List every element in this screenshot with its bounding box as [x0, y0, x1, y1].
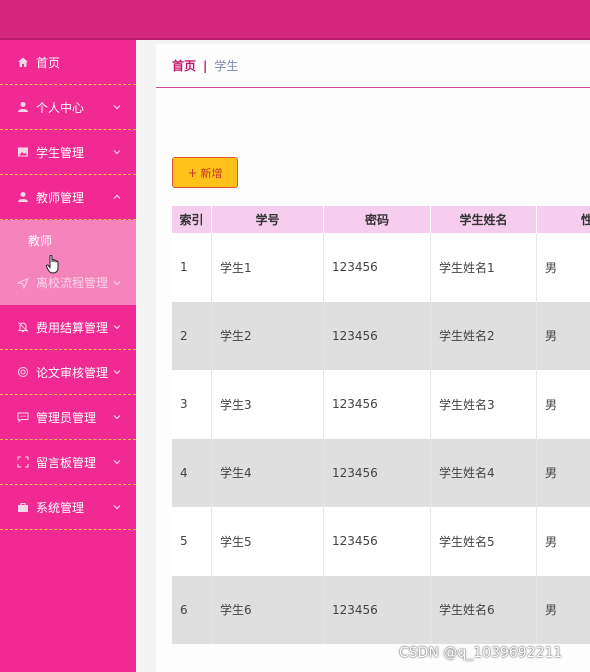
sidebar-item-teacher-management[interactable]: 教师管理	[0, 175, 136, 220]
table-header-row: 索引 学号 密码 学生姓名 性	[172, 206, 590, 233]
chevron-down-icon	[113, 280, 121, 285]
watermark-text: CSDN @q_1039692211	[399, 645, 563, 661]
cell-student-id: 学生4	[212, 438, 324, 507]
breadcrumb: 首页 | 学生	[156, 44, 590, 88]
sidebar-item-thesis-review[interactable]: 论文审核管理	[0, 350, 136, 395]
cell-student-id: 学生6	[212, 575, 324, 644]
sidebar-item-label: 管理员管理	[36, 410, 97, 425]
cell-gender: 男	[545, 397, 558, 412]
sidebar-item-label: 个人中心	[36, 100, 85, 115]
sidebar-item-label: 学生管理	[36, 145, 85, 160]
sidebar-item-label: 离校流程管理	[36, 276, 109, 290]
cell-student-name: 学生姓名6	[431, 575, 537, 644]
breadcrumb-home-link[interactable]: 首页	[172, 57, 196, 74]
chevron-down-icon	[113, 370, 121, 375]
chevron-down-icon	[113, 460, 121, 465]
user-icon	[16, 190, 30, 204]
cell-student-id: 学生5	[212, 507, 324, 576]
sidebar-item-departure-process[interactable]: 离校流程管理	[0, 260, 136, 305]
cell-gender: 男	[545, 603, 558, 618]
table-row[interactable]: 6 学生6 123456 学生姓名6 男	[172, 575, 590, 644]
sidebar-item-student-management[interactable]: 学生管理	[0, 130, 136, 175]
cell-student-id: 学生3	[212, 370, 324, 439]
cell-gender: 男	[545, 260, 558, 275]
circle-icon	[16, 365, 30, 379]
content-panel: 首页 | 学生 + 新增 索引 学号 密码 学生姓名 性 1 学生1 12345…	[156, 44, 590, 672]
breadcrumb-separator: |	[203, 58, 208, 73]
cell-student-id: 学生2	[212, 301, 324, 370]
sidebar-subitem-teacher[interactable]: 教师	[0, 220, 136, 260]
cell-index: 3	[172, 370, 212, 439]
plus-icon: +	[187, 165, 198, 180]
sidebar-item-label: 教师管理	[36, 190, 85, 205]
column-header-student-name[interactable]: 学生姓名	[431, 206, 537, 233]
cell-index: 4	[172, 438, 212, 507]
chevron-down-icon	[113, 415, 121, 420]
cell-student-name: 学生姓名1	[431, 233, 537, 302]
column-header-index[interactable]: 索引	[172, 206, 212, 233]
cell-index: 6	[172, 575, 212, 644]
cell-password: 123456	[324, 233, 431, 302]
cell-student-name: 学生姓名3	[431, 370, 537, 439]
bell-icon	[16, 320, 30, 334]
sidebar-item-label: 首页	[36, 55, 61, 70]
briefcase-icon	[16, 500, 30, 514]
table-row[interactable]: 1 学生1 123456 学生姓名1 男	[172, 233, 590, 302]
table-row[interactable]: 4 学生4 123456 学生姓名4 男	[172, 438, 590, 507]
sidebar-item-label: 论文审核管理	[36, 365, 109, 380]
chat-icon	[16, 410, 30, 424]
chevron-down-icon	[113, 105, 121, 110]
chevron-down-icon	[113, 505, 121, 510]
sidebar-item-label: 留言板管理	[36, 455, 97, 470]
table-row[interactable]: 3 学生3 123456 学生姓名3 男	[172, 370, 590, 439]
column-header-password[interactable]: 密码	[324, 206, 431, 233]
hand-cursor-icon	[45, 255, 59, 274]
sidebar-item-label: 费用结算管理	[36, 320, 109, 335]
cell-password: 123456	[324, 507, 431, 576]
fullscreen-icon	[16, 455, 30, 469]
chevron-down-icon	[113, 150, 121, 155]
top-header-bar	[0, 0, 590, 40]
student-table: 索引 学号 密码 学生姓名 性 1 学生1 123456 学生姓名1 男 2 学…	[172, 206, 590, 644]
add-button[interactable]: + 新增	[172, 157, 238, 188]
send-icon	[16, 276, 30, 290]
chevron-up-icon	[113, 194, 121, 199]
cell-gender: 男	[545, 466, 558, 481]
cell-index: 5	[172, 507, 212, 576]
add-button-label: 新增	[200, 166, 223, 180]
cell-gender: 男	[545, 329, 558, 344]
cell-password: 123456	[324, 370, 431, 439]
sidebar-item-home[interactable]: 首页	[0, 40, 136, 85]
cell-password: 123456	[324, 438, 431, 507]
cell-password: 123456	[324, 301, 431, 370]
image-icon	[16, 145, 30, 159]
table-row[interactable]: 2 学生2 123456 学生姓名2 男	[172, 301, 590, 370]
cell-student-name: 学生姓名5	[431, 507, 537, 576]
home-icon	[16, 55, 30, 69]
sidebar-menu: 首页 个人中心 学生管理 教师管理 教师 离校流程管理 费用结算管理 论文审核管…	[0, 40, 136, 672]
cell-student-name: 学生姓名2	[431, 301, 537, 370]
cell-student-name: 学生姓名4	[431, 438, 537, 507]
sidebar-item-system-management[interactable]: 系统管理	[0, 485, 136, 530]
cell-index: 1	[172, 233, 212, 302]
cell-password: 123456	[324, 575, 431, 644]
sidebar-item-profile[interactable]: 个人中心	[0, 85, 136, 130]
sidebar-item-label: 系统管理	[36, 500, 85, 515]
sidebar-item-admin-management[interactable]: 管理员管理	[0, 395, 136, 440]
cell-student-id: 学生1	[212, 233, 324, 302]
cell-index: 2	[172, 301, 212, 370]
cell-gender: 男	[545, 534, 558, 549]
user-icon	[16, 100, 30, 114]
main-content: 首页 | 学生 + 新增 索引 学号 密码 学生姓名 性 1 学生1 12345…	[136, 40, 590, 672]
breadcrumb-current: 学生	[214, 59, 239, 73]
chevron-down-icon	[113, 325, 121, 330]
column-header-gender[interactable]: 性	[537, 206, 590, 233]
sidebar-item-message-board[interactable]: 留言板管理	[0, 440, 136, 485]
column-header-student-id[interactable]: 学号	[212, 206, 324, 233]
sidebar-item-fee-settlement[interactable]: 费用结算管理	[0, 305, 136, 350]
table-row[interactable]: 5 学生5 123456 学生姓名5 男	[172, 507, 590, 576]
